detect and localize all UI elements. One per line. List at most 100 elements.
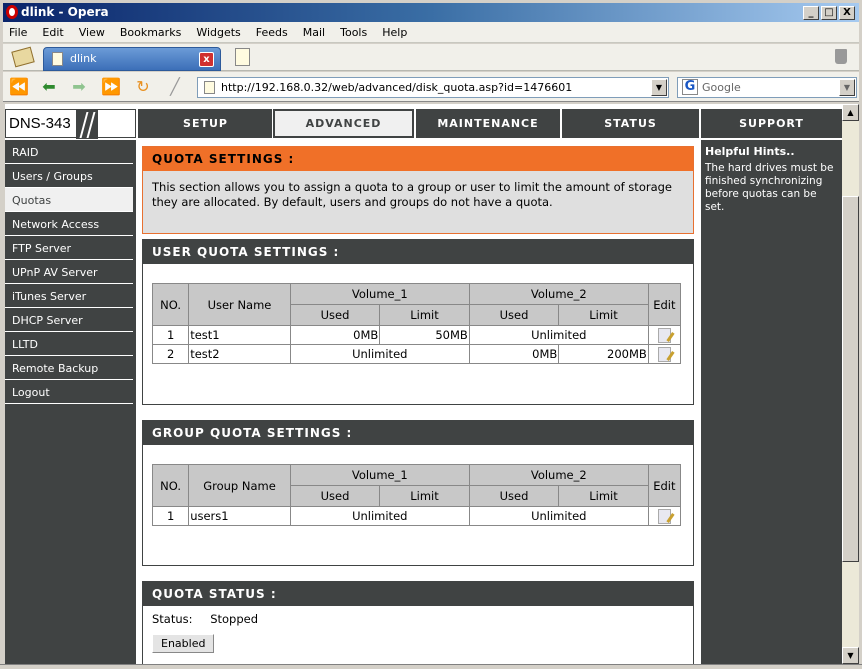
fast-forward-icon[interactable]: ⏩ bbox=[101, 78, 121, 96]
col-v1-limit: Limit bbox=[379, 304, 470, 326]
menu-tools[interactable]: Tools bbox=[340, 26, 367, 39]
user-quota-box: USER QUOTA SETTINGS : NO. User Name Volu… bbox=[142, 239, 694, 405]
window-titlebar: dlink - Opera _ □ X bbox=[0, 0, 862, 24]
page-icon bbox=[52, 52, 63, 66]
table-row: 2 test2 Unlimited 0MB 200MB bbox=[151, 344, 682, 364]
quota-settings-title: QUOTA SETTINGS : bbox=[143, 147, 693, 171]
user-quota-title: USER QUOTA SETTINGS : bbox=[143, 240, 693, 264]
scroll-thumb[interactable] bbox=[842, 196, 859, 562]
sidebar-item-upnp-av-server[interactable]: UPnP AV Server bbox=[5, 260, 133, 284]
menu-edit[interactable]: Edit bbox=[42, 26, 63, 39]
menu-bookmarks[interactable]: Bookmarks bbox=[120, 26, 181, 39]
table-row: 1 test1 0MB 50MB Unlimited bbox=[151, 325, 682, 345]
trash-icon[interactable] bbox=[835, 49, 847, 64]
col-volume2: Volume_2 bbox=[468, 283, 649, 305]
col-v1-limit: Limit bbox=[379, 485, 470, 507]
close-window-button[interactable]: X bbox=[839, 6, 855, 20]
edit-pen-icon[interactable]: ╱ bbox=[165, 78, 185, 96]
sidebar-item-users-groups[interactable]: Users / Groups bbox=[5, 164, 133, 188]
opera-logo-icon bbox=[6, 5, 18, 19]
col-v2-limit: Limit bbox=[558, 304, 649, 326]
sidebar-item-quotas[interactable]: Quotas bbox=[5, 188, 133, 212]
tab-dlink[interactable]: dlink x bbox=[43, 47, 221, 71]
col-v2-used: Used bbox=[468, 485, 560, 507]
scroll-down-button[interactable]: ▼ bbox=[842, 647, 859, 664]
quota-settings-description: This section allows you to assign a quot… bbox=[143, 171, 693, 233]
device-model: DNS-343 bbox=[9, 115, 71, 132]
tab-maintenance[interactable]: MAINTENANCE bbox=[414, 109, 560, 138]
cell-v2-limit: 200MB bbox=[558, 344, 649, 364]
tab-support[interactable]: SUPPORT bbox=[699, 109, 842, 138]
edit-icon[interactable] bbox=[657, 508, 671, 524]
sidebar-item-itunes-server[interactable]: iTunes Server bbox=[5, 284, 133, 308]
col-v2-used: Used bbox=[468, 304, 560, 326]
address-url: http://192.168.0.32/web/advanced/disk_qu… bbox=[221, 81, 573, 94]
vertical-scrollbar[interactable]: ▲ ▼ bbox=[842, 104, 859, 664]
web-page: DNS-343 SETUP ADVANCED MAINTENANCE STATU… bbox=[5, 104, 842, 664]
tab-setup[interactable]: SETUP bbox=[136, 109, 273, 138]
quota-status-box: QUOTA STATUS : Status: Stopped Enabled bbox=[142, 581, 694, 664]
menu-mail[interactable]: Mail bbox=[303, 26, 325, 39]
cell-no: 1 bbox=[151, 506, 190, 526]
sidebar-item-raid[interactable]: RAID bbox=[5, 140, 133, 164]
back-icon[interactable]: ⬅ bbox=[39, 78, 59, 96]
address-field[interactable]: http://192.168.0.32/web/advanced/disk_qu… bbox=[197, 77, 669, 98]
helpful-hints-panel: Helpful Hints.. The hard drives must be … bbox=[701, 140, 842, 664]
group-quota-title: GROUP QUOTA SETTINGS : bbox=[143, 421, 693, 445]
logo-slashes bbox=[76, 110, 98, 139]
user-quota-table: NO. User Name Volume_1 Volume_2 Edit Use… bbox=[151, 283, 682, 364]
sidebar-item-ftp-server[interactable]: FTP Server bbox=[5, 236, 133, 260]
forward-icon[interactable]: ➡ bbox=[69, 78, 89, 96]
cell-v2-used: 0MB bbox=[468, 344, 560, 364]
close-tab-icon[interactable]: x bbox=[199, 52, 214, 67]
col-v2-limit: Limit bbox=[558, 485, 649, 507]
cell-user-name: test2 bbox=[188, 344, 291, 364]
navigation-bar: ⏪ ⬅ ➡ ⏩ ↻ ╱ http://192.168.0.32/web/adva… bbox=[3, 72, 859, 102]
sidebar-item-network-access[interactable]: Network Access bbox=[5, 212, 133, 236]
rewind-icon[interactable]: ⏪ bbox=[9, 78, 29, 96]
sidebar-item-lltd[interactable]: LLTD bbox=[5, 332, 133, 356]
col-edit: Edit bbox=[647, 464, 682, 507]
sidebar-item-logout[interactable]: Logout bbox=[5, 380, 133, 404]
col-v1-used: Used bbox=[289, 485, 381, 507]
tab-advanced[interactable]: ADVANCED bbox=[272, 108, 415, 139]
search-engine-dropdown[interactable]: ▼ bbox=[839, 79, 855, 96]
new-tab-icon[interactable] bbox=[235, 48, 250, 66]
cell-user-name: test1 bbox=[188, 325, 291, 345]
hints-text: The hard drives must be finished synchro… bbox=[705, 162, 834, 213]
window-title: dlink - Opera bbox=[21, 5, 109, 19]
tab-label: dlink bbox=[70, 52, 97, 65]
col-v1-used: Used bbox=[289, 304, 381, 326]
page-icon bbox=[204, 81, 215, 94]
col-no: NO. bbox=[151, 464, 190, 507]
minimize-button[interactable]: _ bbox=[803, 6, 819, 20]
edit-icon[interactable] bbox=[657, 346, 671, 362]
table-row: 1 users1 Unlimited Unlimited bbox=[151, 506, 682, 526]
menu-feeds[interactable]: Feeds bbox=[256, 26, 288, 39]
menu-help[interactable]: Help bbox=[382, 26, 407, 39]
enabled-button[interactable]: Enabled bbox=[152, 634, 215, 653]
maximize-button[interactable]: □ bbox=[821, 6, 837, 20]
tab-status[interactable]: STATUS bbox=[560, 109, 699, 138]
address-dropdown-button[interactable]: ▼ bbox=[651, 79, 667, 96]
group-quota-table: NO. Group Name Volume_1 Volume_2 Edit Us… bbox=[151, 464, 682, 526]
col-group-name: Group Name bbox=[188, 464, 291, 507]
search-field[interactable]: G Google ▼ bbox=[677, 77, 857, 98]
menu-view[interactable]: View bbox=[79, 26, 105, 39]
col-user-name: User Name bbox=[188, 283, 291, 326]
cell-v1-used: 0MB bbox=[289, 325, 381, 345]
panels-icon[interactable] bbox=[11, 46, 35, 68]
col-volume2: Volume_2 bbox=[468, 464, 649, 486]
edit-icon[interactable] bbox=[657, 327, 671, 343]
device-logo: DNS-343 bbox=[5, 109, 136, 139]
scroll-up-button[interactable]: ▲ bbox=[842, 104, 859, 121]
sidebar-item-dhcp-server[interactable]: DHCP Server bbox=[5, 308, 133, 332]
menu-widgets[interactable]: Widgets bbox=[196, 26, 240, 39]
sidebar-item-remote-backup[interactable]: Remote Backup bbox=[5, 356, 133, 380]
status-bar bbox=[0, 664, 862, 669]
status-label: Status: bbox=[152, 612, 193, 626]
cell-v2: Unlimited bbox=[468, 506, 649, 526]
quota-settings-box: QUOTA SETTINGS : This section allows you… bbox=[142, 146, 694, 234]
menu-file[interactable]: File bbox=[9, 26, 27, 39]
reload-icon[interactable]: ↻ bbox=[133, 78, 153, 96]
